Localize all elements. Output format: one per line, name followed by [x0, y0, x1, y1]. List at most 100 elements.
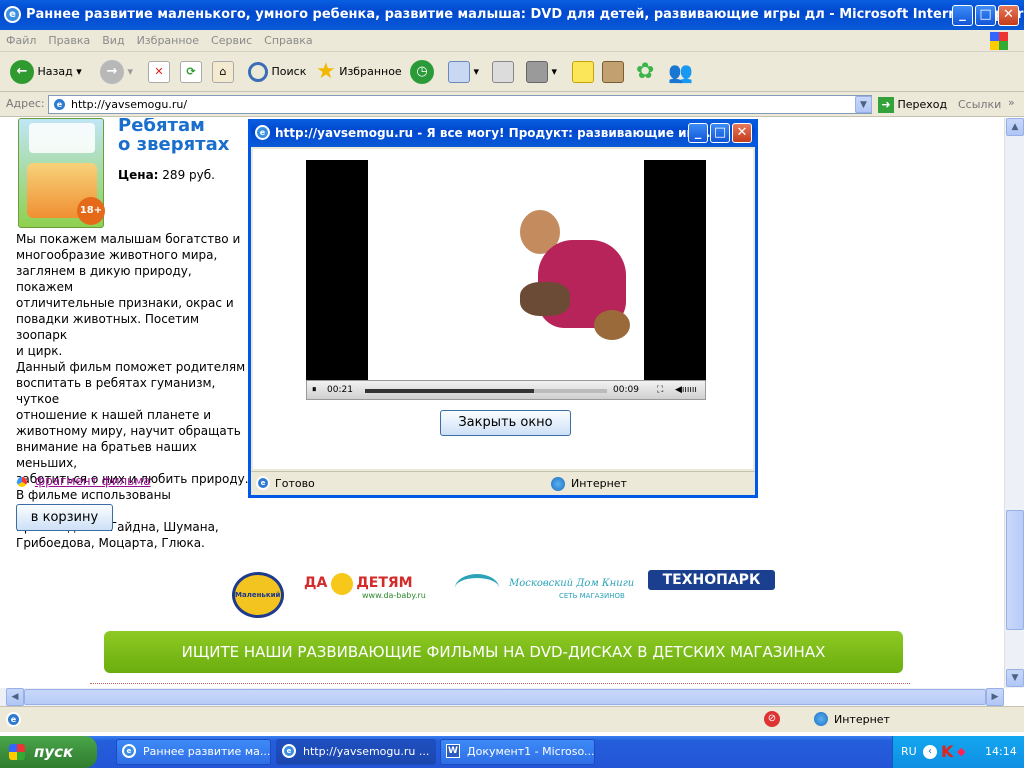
- edit-button[interactable]: ▾: [526, 58, 557, 86]
- research-button[interactable]: [602, 58, 624, 86]
- menu-favorites[interactable]: Избранное: [131, 30, 205, 52]
- popup-zone: Интернет: [571, 477, 627, 490]
- address-input[interactable]: e http://yavsemogu.ru/ ▼: [48, 95, 872, 114]
- partner-1-name: Маленький гений: [235, 591, 281, 599]
- volume-icon[interactable]: ◀ıııııı: [675, 381, 697, 399]
- fullscreen-icon[interactable]: ⛶: [657, 381, 663, 399]
- tray-expand-icon[interactable]: ‹: [923, 745, 937, 759]
- links-chevron-icon[interactable]: »: [1008, 96, 1015, 109]
- price-value: 289 руб.: [162, 168, 215, 182]
- window-title-bar[interactable]: e Раннее развитие маленького, умного реб…: [0, 0, 1024, 30]
- fragment-link-row: фрагмент фильма: [17, 474, 151, 488]
- task-ie-main[interactable]: e Раннее развитие ма...: [116, 739, 271, 765]
- popup-title: http://yavsemogu.ru - Я все могу! Продук…: [275, 126, 716, 140]
- maximize-button[interactable]: □: [975, 5, 996, 26]
- links-label[interactable]: Ссылки: [958, 98, 1001, 111]
- close-window-button[interactable]: Закрыть окно: [440, 410, 571, 436]
- go-label: Переход: [897, 98, 948, 111]
- popup-close-button[interactable]: ✕: [732, 123, 752, 143]
- taskbar: пуск e Раннее развитие ма... e http://ya…: [0, 736, 1024, 768]
- fragment-link[interactable]: фрагмент фильма: [35, 474, 151, 488]
- address-dropdown[interactable]: ▼: [855, 96, 872, 113]
- task-word[interactable]: W Документ1 - Microso...: [440, 739, 595, 765]
- popup-page-icon: e: [256, 476, 270, 490]
- start-label: пуск: [34, 743, 74, 761]
- icq-button[interactable]: ✿: [636, 58, 654, 86]
- notes-button[interactable]: [572, 58, 594, 86]
- task-label: Документ1 - Microso...: [467, 745, 595, 758]
- book-icon: [455, 574, 499, 602]
- menu-help[interactable]: Справка: [258, 30, 318, 52]
- system-tray: RU ‹ K ◆ 14:14: [892, 736, 1024, 768]
- video-toy-basket: [594, 310, 630, 340]
- scroll-left-button[interactable]: ◀: [6, 688, 24, 706]
- window-title: Раннее развитие маленького, умного ребен…: [26, 7, 1024, 22]
- scroll-down-button[interactable]: ▼: [1006, 669, 1024, 687]
- popup-minimize-button[interactable]: _: [688, 123, 708, 143]
- task-label: Раннее развитие ма...: [143, 745, 271, 758]
- menu-bar: Файл Правка Вид Избранное Сервис Справка: [0, 30, 1024, 52]
- search-icon: [248, 62, 268, 82]
- messenger-button[interactable]: 👥: [668, 58, 693, 86]
- search-button[interactable]: Поиск: [248, 58, 306, 86]
- horizontal-scroll-thumb[interactable]: [24, 689, 986, 705]
- status-zone: Интернет: [834, 713, 890, 726]
- product-description: Мы покажем малышам богатство и многообра…: [16, 231, 251, 551]
- partner-logo-technopark[interactable]: ТЕХНОПАРК: [648, 570, 775, 590]
- refresh-button[interactable]: ⟳: [180, 58, 202, 86]
- menu-tools[interactable]: Сервис: [205, 30, 258, 52]
- start-button[interactable]: пуск: [0, 736, 97, 768]
- remaining-time: 00:09: [613, 385, 639, 395]
- partner-3-sub: СЕТЬ МАГАЗИНОВ: [559, 592, 625, 600]
- mail-button[interactable]: ▾: [448, 58, 479, 86]
- word-icon: W: [446, 744, 460, 758]
- menu-view[interactable]: Вид: [96, 30, 130, 52]
- mail-icon: [448, 61, 470, 83]
- horizontal-scrollbar[interactable]: ◀ ▶: [0, 688, 1004, 706]
- forward-button[interactable]: → ▾: [100, 58, 133, 86]
- add-to-cart-button[interactable]: в корзину: [16, 504, 113, 531]
- pause-icon[interactable]: ⏸: [312, 381, 317, 399]
- partner-logo-moscow-book-house[interactable]: Московский Дом Книги СЕТЬ МАГАЗИНОВ: [455, 570, 634, 610]
- tray-shield-icon[interactable]: ◆: [957, 736, 965, 768]
- popup-status-bar: e Готово Интернет: [251, 471, 755, 495]
- close-button[interactable]: ✕: [998, 5, 1019, 26]
- partner-logo-da-detyam[interactable]: ДА ДЕТЯМ www.da-baby.ru: [304, 573, 436, 609]
- desc-line: воспитать в ребятах гуманизм, чуткое: [16, 376, 216, 406]
- menu-file[interactable]: Файл: [0, 30, 42, 52]
- vertical-scroll-thumb[interactable]: [1006, 510, 1024, 630]
- language-indicator[interactable]: RU: [901, 736, 917, 768]
- scroll-right-button[interactable]: ▶: [986, 688, 1004, 706]
- stop-button[interactable]: ✕: [148, 58, 170, 86]
- popup-maximize-button[interactable]: □: [710, 123, 730, 143]
- page-status-icon: e: [6, 712, 21, 727]
- menu-edit[interactable]: Правка: [42, 30, 96, 52]
- print-button[interactable]: [492, 58, 514, 86]
- product-title[interactable]: Ребятам о зверятах: [118, 118, 229, 154]
- home-button[interactable]: ⌂: [212, 58, 234, 86]
- popup-title-bar[interactable]: e http://yavsemogu.ru - Я все могу! Прод…: [251, 119, 755, 147]
- task-ie-popup[interactable]: e http://yavsemogu.ru ...: [276, 739, 436, 765]
- popup-blocked-icon[interactable]: ⊘: [764, 711, 780, 727]
- popup-window[interactable]: e http://yavsemogu.ru - Я все могу! Прод…: [248, 119, 758, 498]
- windows-logo-icon: [9, 744, 25, 760]
- scroll-up-button[interactable]: ▲: [1006, 118, 1024, 136]
- address-label: Адрес:: [6, 97, 45, 110]
- note-icon: [572, 61, 594, 83]
- vertical-scrollbar[interactable]: ▲ ▼: [1004, 118, 1024, 688]
- video-player[interactable]: ⏸ 00:21 00:09 ⛶ ◀ıııııı: [306, 160, 706, 400]
- back-arrow-icon: ←: [10, 60, 34, 84]
- go-button[interactable]: ➜ Переход: [878, 96, 947, 113]
- minimize-button[interactable]: _: [952, 5, 973, 26]
- history-icon: ◷: [410, 60, 434, 84]
- history-button[interactable]: ◷: [410, 58, 434, 86]
- video-progress-fill: [365, 389, 535, 393]
- video-progress-track[interactable]: [365, 389, 607, 393]
- dvd-box-image[interactable]: 18+: [18, 118, 105, 228]
- partner-logo-little-genius[interactable]: Маленький гений: [232, 572, 284, 618]
- favorites-button[interactable]: ★ Избранное: [316, 58, 402, 86]
- antivirus-icon[interactable]: K: [941, 736, 953, 768]
- back-button[interactable]: ← Назад ▾: [10, 58, 82, 86]
- desc-line: отношение к нашей планете и: [16, 408, 212, 422]
- dvd-stores-banner[interactable]: ИЩИТЕ НАШИ РАЗВИВАЮЩИЕ ФИЛЬМЫ НА DVD-ДИС…: [104, 631, 903, 673]
